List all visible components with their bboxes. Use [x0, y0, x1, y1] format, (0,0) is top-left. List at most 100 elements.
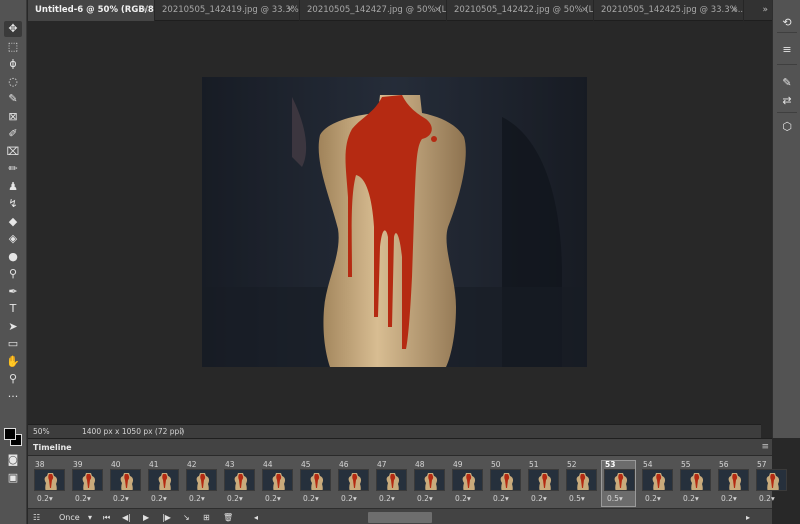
timeline-frame[interactable]: 42 0.2▾ — [183, 460, 218, 508]
history-brush-tool-icon[interactable]: ↯ — [4, 196, 22, 212]
previous-frame-button[interactable]: ◀| — [122, 509, 131, 524]
frame-delay-dropdown-icon[interactable]: ▾ — [619, 494, 623, 503]
3d-icon[interactable]: ⬡ — [779, 119, 795, 135]
frame-delay-select[interactable]: 0.2▾ — [683, 494, 699, 504]
frame-delay-select[interactable]: 0.2▾ — [37, 494, 53, 504]
tab-3[interactable]: 20210505_142427.jpg @ 50% (L... × — [300, 0, 447, 21]
frame-delay-select[interactable]: 0.2▾ — [531, 494, 547, 504]
timeline-scrollbar-thumb[interactable] — [368, 512, 432, 523]
magic-wand-tool-icon[interactable]: ✎ — [4, 91, 22, 107]
tab-1[interactable]: Untitled-6 @ 50% (RGB/8#) *× — [28, 0, 155, 21]
frame-thumbnail[interactable] — [680, 469, 711, 491]
timeline-frame[interactable]: 46 0.2▾ — [335, 460, 370, 508]
tab-overflow-icon[interactable]: » — [762, 0, 768, 21]
pen-tool-icon[interactable]: ✒ — [4, 284, 22, 300]
timeline-frame[interactable]: 40 0.2▾ — [107, 460, 142, 508]
path-selection-tool-icon[interactable]: ➤ — [4, 319, 22, 335]
frame-thumbnail[interactable] — [414, 469, 445, 491]
tab-close-icon[interactable]: × — [287, 0, 294, 21]
move-tool-icon[interactable]: ✥ — [4, 21, 22, 37]
frame-delay-dropdown-icon[interactable]: ▾ — [429, 494, 433, 503]
timeline-frame[interactable]: 50 0.2▾ — [487, 460, 522, 508]
frame-thumbnail[interactable] — [148, 469, 179, 491]
frame-delay-dropdown-icon[interactable]: ▾ — [733, 494, 737, 503]
scroll-left-icon[interactable]: ◂ — [254, 509, 258, 524]
brush-tool-icon[interactable]: ✏ — [4, 161, 22, 177]
foreground-color-swatch[interactable] — [4, 428, 16, 440]
frame-delay-dropdown-icon[interactable]: ▾ — [581, 494, 585, 503]
frame-delay-select[interactable]: 0.2▾ — [721, 494, 737, 504]
frame-delay-select[interactable]: 0.5▾ — [569, 494, 585, 504]
canvas-area[interactable] — [28, 22, 772, 424]
eyedropper-tool-icon[interactable]: ✐ — [4, 126, 22, 142]
adjustments-icon[interactable]: ≡ — [779, 42, 795, 58]
frame-thumbnail[interactable] — [72, 469, 103, 491]
frame-thumbnail[interactable] — [566, 469, 597, 491]
more-tools-icon[interactable]: ··· — [4, 389, 22, 405]
scroll-right-icon[interactable]: ▸ — [746, 509, 750, 524]
frame-delay-select[interactable]: 0.2▾ — [493, 494, 509, 504]
frame-delay-dropdown-icon[interactable]: ▾ — [505, 494, 509, 503]
tab-close-icon[interactable]: × — [581, 0, 588, 21]
frame-delay-dropdown-icon[interactable]: ▾ — [49, 494, 53, 503]
status-menu-chevron-icon[interactable]: 〉 — [180, 425, 188, 438]
timeline-frame[interactable]: 52 0.5▾ — [563, 460, 598, 508]
paint-bucket-tool-icon[interactable]: ◈ — [4, 231, 22, 247]
frame-thumbnail[interactable] — [528, 469, 559, 491]
tab-close-icon[interactable]: × — [142, 0, 149, 21]
frame-thumbnail[interactable] — [604, 469, 635, 491]
timeline-frame[interactable]: 47 0.2▾ — [373, 460, 408, 508]
frame-thumbnail[interactable] — [642, 469, 673, 491]
frame-delay-dropdown-icon[interactable]: ▾ — [695, 494, 699, 503]
timeline-frame[interactable]: 55 0.2▾ — [677, 460, 712, 508]
timeline-frame[interactable]: 39 0.2▾ — [69, 460, 104, 508]
frame-delay-dropdown-icon[interactable]: ▾ — [277, 494, 281, 503]
loop-select[interactable]: Once — [59, 509, 80, 524]
delete-frame-button[interactable]: 🗑 — [223, 509, 233, 524]
frame-delay-select[interactable]: 0.2▾ — [227, 494, 243, 504]
frame-tool-icon[interactable]: ⌧ — [4, 144, 22, 160]
timeline-frame[interactable]: 54 0.2▾ — [639, 460, 674, 508]
frame-delay-select[interactable]: 0.2▾ — [189, 494, 205, 504]
rectangle-tool-icon[interactable]: ▭ — [4, 336, 22, 352]
history-icon[interactable]: ⟲ — [779, 15, 795, 31]
frame-thumbnail[interactable] — [224, 469, 255, 491]
timeline-frame[interactable]: 53 0.5▾ — [601, 460, 636, 508]
properties-icon[interactable]: ⇄ — [779, 93, 795, 109]
loop-dropdown-icon[interactable]: ▾ — [88, 509, 92, 524]
frame-delay-dropdown-icon[interactable]: ▾ — [657, 494, 661, 503]
frame-thumbnail[interactable] — [186, 469, 217, 491]
timeline-menu-icon[interactable]: ≡ — [761, 439, 769, 456]
frame-thumbnail[interactable] — [34, 469, 65, 491]
frame-delay-select[interactable]: 0.2▾ — [417, 494, 433, 504]
timeline-frame[interactable]: 51 0.2▾ — [525, 460, 560, 508]
frame-delay-dropdown-icon[interactable]: ▾ — [353, 494, 357, 503]
timeline-frame[interactable]: 38 0.2▾ — [31, 460, 66, 508]
frame-delay-dropdown-icon[interactable]: ▾ — [543, 494, 547, 503]
tab-close-icon[interactable]: × — [731, 0, 738, 21]
eraser-tool-icon[interactable]: ◆ — [4, 214, 22, 230]
frame-delay-dropdown-icon[interactable]: ▾ — [315, 494, 319, 503]
tab-5[interactable]: 20210505_142425.jpg @ 33.3%... × — [594, 0, 744, 21]
lasso-tool-icon[interactable]: ϕ — [4, 56, 22, 72]
next-frame-button[interactable]: |▶ — [162, 509, 171, 524]
frame-delay-select[interactable]: 0.5▾ — [607, 494, 623, 504]
timeline-title[interactable]: Timeline — [33, 439, 72, 456]
tab-close-icon[interactable]: × — [434, 0, 441, 21]
loop-options-icon[interactable]: ☷ — [33, 509, 40, 524]
frame-thumbnail[interactable] — [452, 469, 483, 491]
frame-delay-select[interactable]: 0.2▾ — [379, 494, 395, 504]
tab-4[interactable]: 20210505_142422.jpg @ 50% (L... × — [447, 0, 594, 21]
clone-stamp-tool-icon[interactable]: ♟ — [4, 179, 22, 195]
frame-thumbnail[interactable] — [718, 469, 749, 491]
duplicate-frame-button[interactable]: ⊞ — [203, 509, 210, 524]
timeline-frame[interactable]: 56 0.2▾ — [715, 460, 750, 508]
frame-delay-dropdown-icon[interactable]: ▾ — [163, 494, 167, 503]
frame-delay-dropdown-icon[interactable]: ▾ — [125, 494, 129, 503]
frame-delay-select[interactable]: 0.2▾ — [303, 494, 319, 504]
hand-tool-icon[interactable]: ✋ — [4, 354, 22, 370]
document-image[interactable] — [202, 77, 587, 367]
frame-thumbnail[interactable] — [262, 469, 293, 491]
tween-button[interactable]: ↘ — [183, 509, 190, 524]
zoom-level-field[interactable]: 50% — [33, 425, 73, 438]
